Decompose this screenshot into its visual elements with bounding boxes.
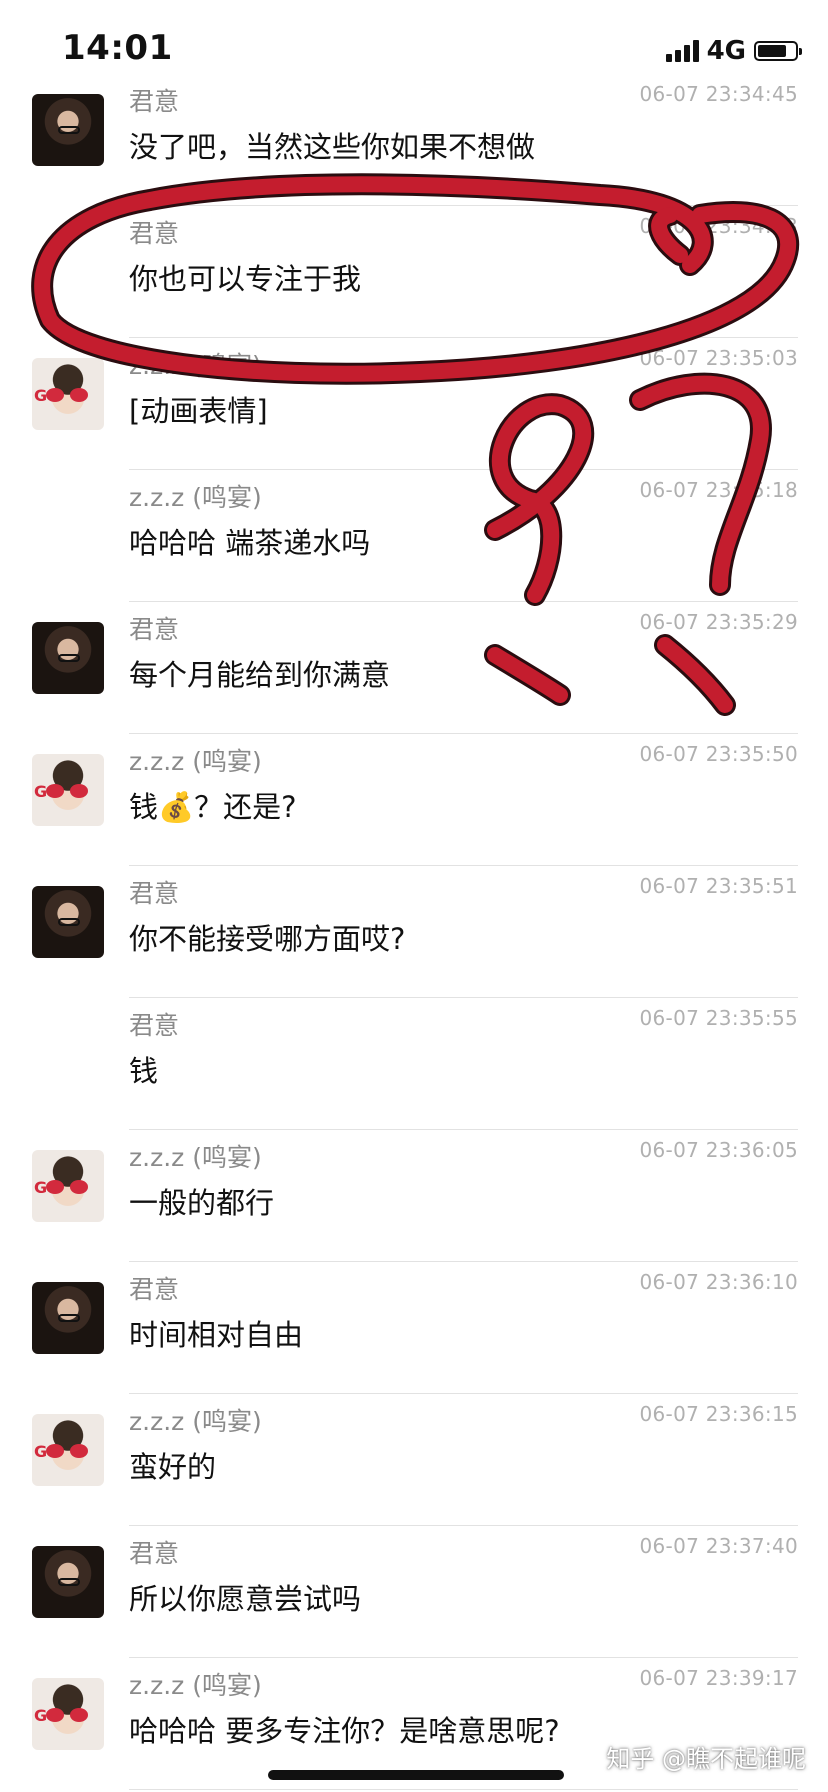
- message-text: 时间相对自由: [129, 1318, 304, 1352]
- message-text: 哈哈哈 要多专注你？是啥意思呢?: [129, 1714, 560, 1748]
- avatar[interactable]: [32, 754, 104, 826]
- sender-name: z.z.z (鸣宴): [129, 747, 262, 776]
- message-row[interactable]: z.z.z (鸣宴) 06-07 23:35:03 [动画表情]: [0, 338, 828, 470]
- message-time: 06-07 23:35:18: [639, 478, 798, 502]
- home-indicator[interactable]: [268, 1770, 564, 1780]
- message-time: 06-07 23:35:51: [639, 874, 798, 898]
- message-row[interactable]: 君意 06-07 23:35:55 钱: [0, 998, 828, 1130]
- message-row[interactable]: 君意 06-07 23:34:53 你也可以专注于我: [0, 206, 828, 338]
- message-time: 06-07 23:36:15: [639, 1402, 798, 1426]
- message-time: 06-07 23:35:55: [639, 1006, 798, 1030]
- message-row[interactable]: z.z.z (鸣宴) 06-07 23:35:50 钱💰？还是?: [0, 734, 828, 866]
- avatar[interactable]: [32, 1678, 104, 1750]
- watermark: 知乎 @瞧不起谁呢: [606, 1745, 806, 1773]
- message-text: 没了吧，当然这些你如果不想做: [129, 130, 536, 164]
- message-text: 钱: [129, 1054, 159, 1088]
- message-row[interactable]: 君意 06-07 23:37:40 所以你愿意尝试吗: [0, 1526, 828, 1658]
- network-type: 4G: [706, 36, 746, 66]
- signal-icon: [665, 40, 699, 62]
- avatar[interactable]: [32, 622, 104, 694]
- sender-name: z.z.z (鸣宴): [129, 1407, 262, 1436]
- avatar[interactable]: [32, 1150, 104, 1222]
- status-icons: 4G: [665, 36, 802, 66]
- message-row[interactable]: 君意 06-07 23:36:10 时间相对自由: [0, 1262, 828, 1394]
- message-time: 06-07 23:34:53: [639, 214, 798, 238]
- sender-name: z.z.z (鸣宴): [129, 1143, 262, 1172]
- avatar[interactable]: [32, 94, 104, 166]
- message-time: 06-07 23:36:05: [639, 1138, 798, 1162]
- message-time: 06-07 23:35:29: [639, 610, 798, 634]
- message-row[interactable]: 君意 06-07 23:35:51 你不能接受哪方面哎?: [0, 866, 828, 998]
- sender-name: 君意: [129, 615, 180, 644]
- message-text: 你也可以专注于我: [129, 262, 362, 296]
- message-time: 06-07 23:36:10: [639, 1270, 798, 1294]
- message-time: 06-07 23:35:50: [639, 742, 798, 766]
- sender-name: 君意: [129, 1539, 180, 1568]
- avatar[interactable]: [32, 886, 104, 958]
- sender-name: 君意: [129, 1275, 180, 1304]
- message-text: [动画表情]: [129, 394, 268, 428]
- avatar[interactable]: [32, 1546, 104, 1618]
- message-row[interactable]: 君意 06-07 23:34:45 没了吧，当然这些你如果不想做: [0, 74, 828, 206]
- row-divider: [129, 1789, 798, 1790]
- avatar[interactable]: [32, 358, 104, 430]
- message-text: 你不能接受哪方面哎?: [129, 922, 406, 956]
- status-time: 14:01: [62, 28, 173, 68]
- message-text: 蛮好的: [129, 1450, 217, 1484]
- message-time: 06-07 23:39:17: [639, 1666, 798, 1690]
- message-text: 一般的都行: [129, 1186, 275, 1220]
- message-text: 钱💰？还是?: [129, 790, 297, 824]
- message-time: 06-07 23:34:45: [639, 82, 798, 106]
- sender-name: z.z.z (鸣宴): [129, 351, 262, 380]
- avatar[interactable]: [32, 1414, 104, 1486]
- battery-icon: [754, 41, 802, 61]
- sender-name: 君意: [129, 879, 180, 908]
- sender-name: 君意: [129, 87, 180, 116]
- sender-name: 君意: [129, 219, 180, 248]
- message-row[interactable]: z.z.z (鸣宴) 06-07 23:36:15 蛮好的: [0, 1394, 828, 1526]
- message-time: 06-07 23:37:40: [639, 1534, 798, 1558]
- message-list[interactable]: 君意 06-07 23:34:45 没了吧，当然这些你如果不想做 君意 06-07 23…: [0, 74, 828, 1790]
- message-row[interactable]: 君意 06-07 23:35:29 每个月能给到你满意: [0, 602, 828, 734]
- sender-name: z.z.z (鸣宴): [129, 1671, 262, 1700]
- message-row[interactable]: z.z.z (鸣宴) 06-07 23:35:18 哈哈哈 端茶递水吗: [0, 470, 828, 602]
- sender-name: z.z.z (鸣宴): [129, 483, 262, 512]
- message-row[interactable]: z.z.z (鸣宴) 06-07 23:36:05 一般的都行: [0, 1130, 828, 1262]
- message-time: 06-07 23:35:03: [639, 346, 798, 370]
- message-text: 每个月能给到你满意: [129, 658, 391, 692]
- message-text: 哈哈哈 端茶递水吗: [129, 526, 371, 560]
- avatar[interactable]: [32, 1282, 104, 1354]
- sender-name: 君意: [129, 1011, 180, 1040]
- message-text: 所以你愿意尝试吗: [129, 1582, 362, 1616]
